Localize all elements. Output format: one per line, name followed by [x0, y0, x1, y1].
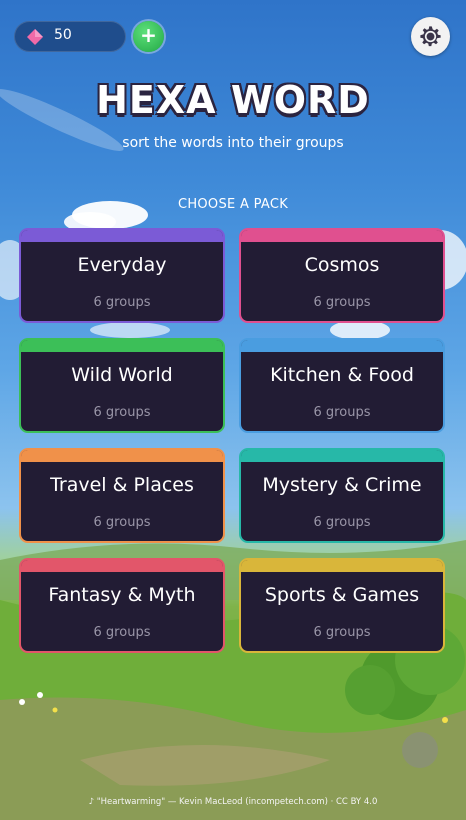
pack-accent-bar — [241, 450, 443, 462]
pack-group-count: 6 groups — [313, 295, 371, 310]
pack-group-count: 6 groups — [313, 515, 371, 530]
settings-button[interactable] — [411, 17, 450, 56]
pack-accent-bar — [241, 230, 443, 242]
pack-group-count: 6 groups — [93, 515, 151, 530]
pack-group-count: 6 groups — [93, 295, 151, 310]
pack-card-travel-places[interactable]: Travel & Places 6 groups — [19, 448, 225, 543]
pack-accent-bar — [21, 230, 223, 242]
gem-icon — [27, 29, 43, 45]
pack-card-mystery-crime[interactable]: Mystery & Crime 6 groups — [239, 448, 445, 543]
pack-card-kitchen-food[interactable]: Kitchen & Food 6 groups — [239, 338, 445, 433]
game-title: HEXA WORD — [96, 78, 370, 122]
game-subtitle: sort the words into their groups — [122, 135, 344, 151]
pack-card-fantasy-myth[interactable]: Fantasy & Myth 6 groups — [19, 558, 225, 653]
choose-pack-label: CHOOSE A PACK — [177, 197, 289, 212]
add-gems-button[interactable]: + — [133, 21, 164, 52]
gear-icon — [420, 26, 441, 47]
pack-group-count: 6 groups — [93, 625, 151, 640]
pack-name: Sports & Games — [264, 584, 420, 606]
pack-accent-bar — [21, 450, 223, 462]
gem-counter: 50 — [14, 21, 126, 52]
pack-card-sports-games[interactable]: Sports & Games 6 groups — [239, 558, 445, 653]
pack-group-count: 6 groups — [313, 625, 371, 640]
pack-name: Wild World — [71, 364, 173, 386]
pack-group-count: 6 groups — [313, 405, 371, 420]
pack-accent-bar — [241, 340, 443, 352]
pack-name: Everyday — [77, 254, 167, 276]
pack-group-count: 6 groups — [93, 405, 151, 420]
pack-accent-bar — [241, 560, 443, 572]
pack-card-everyday[interactable]: Everyday 6 groups — [19, 228, 225, 323]
pack-accent-bar — [21, 560, 223, 572]
pack-name: Fantasy & Myth — [48, 584, 196, 606]
gem-count: 50 — [54, 27, 72, 43]
pack-name: Cosmos — [304, 254, 380, 276]
pack-card-cosmos[interactable]: Cosmos 6 groups — [239, 228, 445, 323]
pack-accent-bar — [21, 340, 223, 352]
pack-name: Kitchen & Food — [270, 364, 414, 386]
pack-name: Mystery & Crime — [262, 474, 422, 496]
pack-name: Travel & Places — [50, 474, 194, 496]
pack-card-wild-world[interactable]: Wild World 6 groups — [19, 338, 225, 433]
music-credits: ♪ "Heartwarming" — Kevin MacLeod (incomp… — [88, 797, 378, 807]
